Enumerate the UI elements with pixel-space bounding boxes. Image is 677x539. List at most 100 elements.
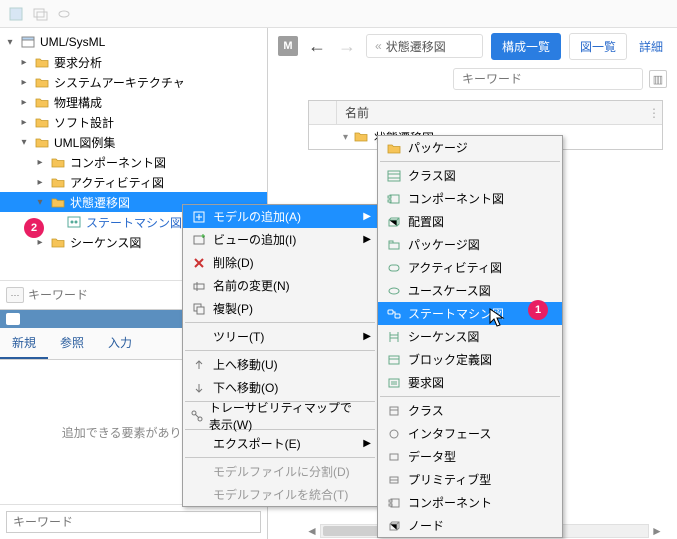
folder-icon: [50, 194, 66, 210]
tree-item[interactable]: コンポーネント図: [0, 152, 267, 172]
datatype-icon: [384, 449, 404, 465]
menu-move-up[interactable]: 上へ移動(U): [183, 353, 377, 376]
statemachine-diagram-icon: [66, 214, 82, 230]
expand-arrow-icon[interactable]: [18, 76, 30, 88]
submenu-primitive[interactable]: プリミティブ型: [378, 468, 562, 491]
submenu-class-diagram[interactable]: クラス図: [378, 164, 562, 187]
diagram-list-button[interactable]: 図一覧: [569, 33, 627, 60]
deployment-diagram-icon: [384, 214, 404, 230]
tree-item[interactable]: 物理構成: [0, 92, 267, 112]
submenu-component[interactable]: コンポーネント: [378, 491, 562, 514]
blockdef-diagram-icon: [384, 352, 404, 368]
submenu-class[interactable]: クラス: [378, 399, 562, 422]
tree-label: 要求分析: [54, 54, 106, 71]
tree-item[interactable]: 要求分析: [0, 52, 267, 72]
rename-icon: [189, 278, 209, 294]
menu-rename[interactable]: 名前の変更(N): [183, 274, 377, 297]
nav-back-icon[interactable]: ←: [306, 36, 328, 57]
menu-traceability[interactable]: トレーサビリティマップで表示(W): [183, 404, 377, 427]
submenu-sequence-diagram[interactable]: シーケンス図: [378, 325, 562, 348]
expand-arrow-icon[interactable]: [18, 96, 30, 108]
submenu-usecase-diagram[interactable]: ユースケース図: [378, 279, 562, 302]
table-header-menu-icon[interactable]: ⋮: [646, 101, 662, 124]
submenu-blockdef-diagram[interactable]: ブロック定義図: [378, 348, 562, 371]
component-diagram-icon: [384, 191, 404, 207]
tool-icon-3[interactable]: [56, 6, 72, 22]
tree-item[interactable]: UML図例集: [0, 132, 267, 152]
menu-duplicate[interactable]: 複製(P): [183, 297, 377, 320]
menu-separator: [380, 396, 560, 397]
submenu-activity-diagram[interactable]: アクティビティ図: [378, 256, 562, 279]
tree-root[interactable]: UML/SysML: [0, 32, 267, 52]
expand-arrow-icon[interactable]: [34, 176, 46, 188]
menu-separator: [185, 322, 375, 323]
expand-arrow-icon[interactable]: [18, 136, 30, 148]
nav-forward-icon[interactable]: →: [336, 36, 358, 57]
folder-icon: [34, 114, 50, 130]
submenu-requirement-diagram[interactable]: 要求図: [378, 371, 562, 394]
tree-item[interactable]: システムアーキテクチャ: [0, 72, 267, 92]
tab-input[interactable]: 入力: [96, 328, 144, 359]
add-view-icon: [189, 232, 209, 248]
scroll-left-icon[interactable]: ◄: [304, 524, 320, 538]
scroll-right-icon[interactable]: ►: [649, 524, 665, 538]
tab-new[interactable]: 新規: [0, 328, 48, 359]
keyword-mode-icon[interactable]: ⋯: [6, 287, 24, 303]
tree-label: 状態遷移図: [70, 194, 134, 211]
submenu-package-diagram[interactable]: パッケージ図: [378, 233, 562, 256]
tool-icon-2[interactable]: [32, 6, 48, 22]
tree-label: システムアーキテクチャ: [54, 74, 189, 91]
expand-arrow-icon[interactable]: [34, 196, 46, 208]
tree-item[interactable]: アクティビティ図: [0, 172, 267, 192]
submenu-component-diagram[interactable]: コンポーネント図: [378, 187, 562, 210]
row-expand-icon[interactable]: ▾: [343, 132, 348, 143]
table-header-icon-col: [309, 101, 337, 124]
tree-label: ソフト設計: [54, 114, 118, 131]
tree-item[interactable]: ソフト設計: [0, 112, 267, 132]
model-icon: [20, 34, 36, 50]
class-diagram-icon: [384, 168, 404, 184]
duplicate-icon: [189, 301, 209, 317]
submenu-deployment-diagram[interactable]: 配置図: [378, 210, 562, 233]
tab-reference[interactable]: 参照: [48, 328, 96, 359]
submenu-node[interactable]: ノード: [378, 514, 562, 537]
expand-arrow-icon[interactable]: [18, 116, 30, 128]
tree-label: コンポーネント図: [70, 154, 170, 171]
folder-icon: [384, 140, 404, 156]
content-search-input[interactable]: [453, 68, 643, 90]
chevron-left-icon: «: [375, 39, 382, 53]
menu-export[interactable]: エクスポート(E)▶: [183, 432, 377, 455]
expand-arrow-icon: [50, 216, 62, 228]
breadcrumb[interactable]: «状態遷移図: [366, 34, 483, 58]
menu-delete[interactable]: 削除(D): [183, 251, 377, 274]
expand-arrow-icon[interactable]: [4, 36, 16, 48]
panel-header-icon: [6, 313, 20, 325]
submenu-package[interactable]: パッケージ: [378, 136, 562, 159]
add-model-icon: [189, 209, 209, 225]
detail-link[interactable]: 詳細: [635, 38, 667, 55]
expand-arrow-icon[interactable]: [34, 156, 46, 168]
folder-icon: [50, 154, 66, 170]
menu-separator: [185, 350, 375, 351]
menu-separator: [185, 457, 375, 458]
package-diagram-icon: [384, 237, 404, 253]
tree-label: 物理構成: [54, 94, 106, 111]
submenu-arrow-icon: ▶: [363, 331, 371, 342]
menu-move-down[interactable]: 下へ移動(O): [183, 376, 377, 399]
table-header-name[interactable]: 名前: [337, 101, 646, 124]
folder-icon: [50, 234, 66, 250]
column-settings-icon[interactable]: ▥: [649, 70, 667, 88]
delete-icon: [189, 255, 209, 271]
expand-arrow-icon[interactable]: [18, 56, 30, 68]
submenu-interface[interactable]: インタフェース: [378, 422, 562, 445]
submenu-datatype[interactable]: データ型: [378, 445, 562, 468]
menu-tree[interactable]: ツリー(T)▶: [183, 325, 377, 348]
tree-label: アクティビティ図: [70, 174, 168, 191]
bottom-search-input[interactable]: [6, 511, 261, 533]
save-icon[interactable]: [8, 6, 24, 22]
primitive-icon: [384, 472, 404, 488]
submenu-arrow-icon: ▶: [363, 211, 371, 222]
menu-add-model[interactable]: モデルの追加(A)▶: [183, 205, 377, 228]
structure-list-button[interactable]: 構成一覧: [491, 33, 561, 60]
menu-add-view[interactable]: ビューの追加(I)▶: [183, 228, 377, 251]
